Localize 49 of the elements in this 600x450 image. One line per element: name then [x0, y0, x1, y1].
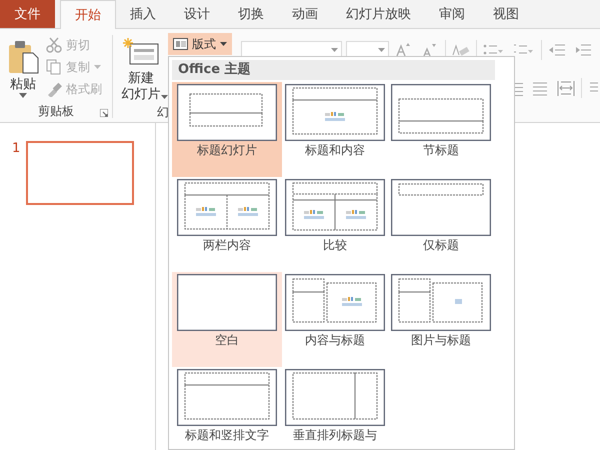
ribbon-tab[interactable]: 审阅 — [425, 0, 479, 28]
shrink-font-icon — [421, 42, 439, 58]
layout-option[interactable]: 仅标题 — [388, 177, 494, 272]
brush-icon — [46, 81, 62, 97]
caret-icon — [220, 42, 227, 46]
caret-icon — [378, 48, 385, 52]
justify-icon — [531, 80, 549, 96]
ribbon-tab[interactable]: 设计 — [170, 0, 224, 28]
slide-number: 1 — [12, 141, 20, 156]
layout-option[interactable]: 标题幻灯片 — [172, 82, 282, 177]
ribbon-tab[interactable]: 幻灯片放映 — [332, 0, 425, 28]
new-slide-button[interactable]: 新建 幻灯片 — [113, 29, 169, 103]
clipboard-icon — [6, 39, 40, 75]
layout-option[interactable]: 两栏内容 — [172, 177, 282, 272]
dialog-launcher-icon — [100, 109, 108, 117]
copy-icon — [46, 59, 62, 75]
layout-option[interactable]: 标题和竖排文字 — [172, 367, 282, 450]
increase-indent-icon — [574, 42, 592, 58]
layout-icon — [173, 38, 188, 50]
decrease-indent-icon — [548, 42, 566, 58]
layout-option[interactable]: 节标题 — [388, 82, 494, 177]
group-label: 幻 — [157, 104, 169, 121]
layout-option[interactable]: 内容与标题 — [282, 272, 388, 367]
ribbon-tab[interactable]: 开始 — [60, 0, 116, 29]
distributed-icon — [557, 80, 575, 96]
eraser-button[interactable] — [450, 42, 472, 58]
layout-option[interactable]: 空白 — [172, 272, 282, 367]
caret-icon — [19, 93, 27, 98]
ribbon-tab[interactable]: 视图 — [479, 0, 533, 28]
slide-thumbnail[interactable] — [26, 141, 134, 205]
group-label: 剪贴板 — [38, 102, 74, 120]
file-tab[interactable]: 文件 — [0, 0, 55, 28]
layout-option[interactable]: 垂直排列标题与 — [282, 367, 388, 450]
distributed-button[interactable] — [555, 80, 577, 96]
layout-button[interactable]: 版式 — [168, 33, 232, 55]
paste-button[interactable]: 粘贴 — [0, 29, 43, 100]
layout-option[interactable]: 标题和内容 — [282, 82, 388, 177]
ribbon-tab[interactable]: 切换 — [224, 0, 278, 28]
caret-icon — [161, 95, 168, 99]
new-slide-icon — [122, 37, 160, 65]
menu-header: Office 主题 — [172, 60, 495, 80]
grow-font-icon — [395, 42, 413, 58]
layout-option[interactable]: 比较 — [282, 177, 388, 272]
ribbon-tab[interactable]: 插入 — [116, 0, 170, 28]
caret-icon — [94, 65, 101, 69]
caret-icon — [331, 48, 338, 52]
ribbon-tab[interactable]: 动画 — [278, 0, 332, 28]
scissors-icon — [46, 37, 62, 53]
layout-option[interactable]: 图片与标题 — [388, 272, 494, 367]
